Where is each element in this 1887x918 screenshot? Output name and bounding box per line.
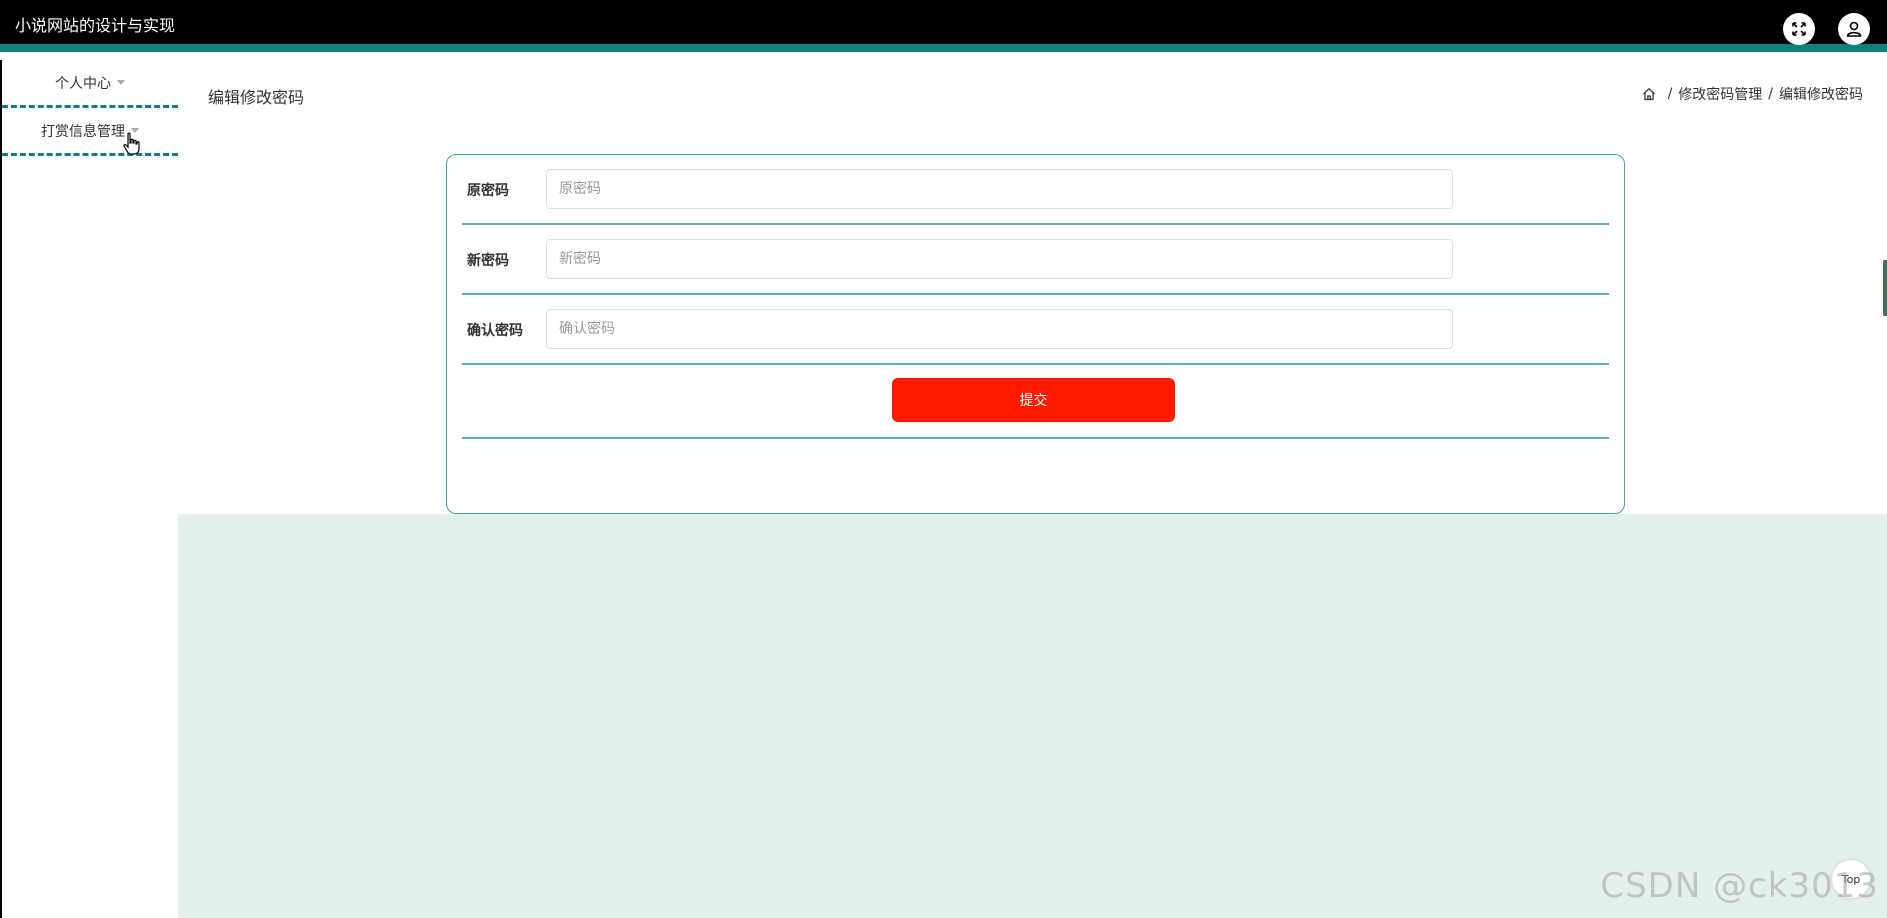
- new-password-label: 新密码: [467, 253, 509, 269]
- confirm-password-label: 确认密码: [467, 323, 523, 339]
- confirm-password-input[interactable]: [546, 309, 1453, 349]
- main-content-background: [178, 514, 1887, 918]
- old-password-label: 原密码: [467, 183, 509, 199]
- user-button[interactable]: [1838, 13, 1870, 45]
- breadcrumb-separator: /: [1768, 86, 1773, 102]
- app-title: 小说网站的设计与实现: [15, 16, 176, 35]
- sidebar-item-personal-center[interactable]: 个人中心: [2, 60, 178, 108]
- hand-cursor-icon: [123, 132, 140, 155]
- password-form-card: 原密码 新密码 确认密码 提交: [446, 154, 1625, 514]
- submit-button[interactable]: 提交: [892, 378, 1175, 422]
- form-row-old-password: 原密码: [462, 155, 1609, 225]
- scrollbar-handle[interactable]: [1883, 260, 1887, 316]
- old-password-input[interactable]: [546, 169, 1453, 209]
- fullscreen-button[interactable]: [1783, 13, 1815, 45]
- new-password-input[interactable]: [546, 239, 1453, 279]
- breadcrumb-item-edit-password: 编辑修改密码: [1779, 87, 1863, 103]
- breadcrumb-item-password-management[interactable]: 修改密码管理: [1678, 84, 1762, 104]
- form-row-new-password: 新密码: [462, 225, 1609, 295]
- home-icon[interactable]: [1642, 87, 1656, 101]
- sidebar: 个人中心 打赏信息管理: [0, 60, 178, 918]
- breadcrumb: / 修改密码管理 / 编辑修改密码: [1642, 84, 1863, 104]
- page-title: 编辑修改密码: [208, 88, 305, 107]
- breadcrumb-separator: /: [1667, 86, 1673, 102]
- form-row-submit: 提交: [462, 365, 1609, 439]
- top-bar: 小说网站的设计与实现: [0, 0, 1887, 52]
- back-to-top-button[interactable]: Top: [1832, 860, 1870, 898]
- form-row-confirm-password: 确认密码: [462, 295, 1609, 365]
- user-icon: [1846, 21, 1862, 37]
- caret-down-icon: [117, 80, 125, 85]
- fullscreen-icon: [1792, 22, 1806, 36]
- sidebar-item-label: 打赏信息管理: [41, 123, 125, 140]
- sidebar-item-reward-management[interactable]: 打赏信息管理: [2, 108, 178, 156]
- sidebar-item-label: 个人中心: [55, 75, 111, 92]
